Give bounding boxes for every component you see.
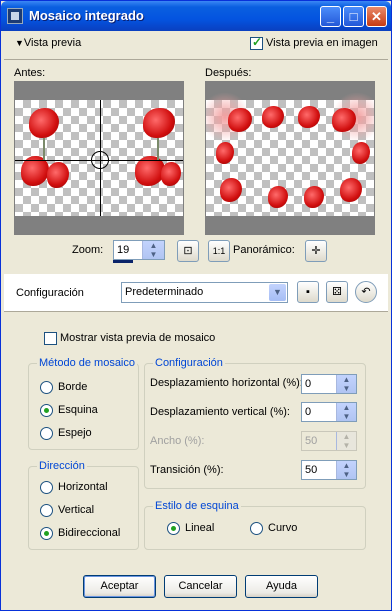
panoramic-label: Panorámico:: [233, 244, 295, 256]
mosaic-preview-label: Mostrar vista previa de mosaico: [60, 332, 216, 344]
randomize-icon[interactable]: ⚄: [326, 281, 348, 303]
chevron-down-icon[interactable]: ▼: [269, 284, 286, 301]
transition-label: Transición (%):: [150, 464, 224, 476]
dialog-body: ▼Vista previa Vista previa en imagen Ant…: [4, 31, 388, 609]
h-offset-spinner[interactable]: 0 ▲ ▼: [301, 374, 357, 394]
crosshair-icon[interactable]: [91, 151, 109, 169]
zoom-actual-size-icon[interactable]: 1:1: [208, 240, 230, 262]
direction-group-title: Dirección: [37, 460, 87, 472]
dialog-window: Mosaico integrado _ □ ✕ ▼Vista previa Vi…: [0, 0, 392, 611]
zoom-fit-icon[interactable]: ⊡: [177, 240, 199, 262]
preset-dropdown[interactable]: Predeterminado ▼: [121, 282, 288, 303]
corner-curved-radio[interactable]: [250, 522, 263, 535]
method-border-label: Borde: [58, 381, 88, 393]
width-spinner: 50 ▲ ▼: [301, 431, 357, 451]
help-button[interactable]: Ayuda: [245, 575, 318, 598]
preview-toggle-label: Vista previa: [23, 37, 82, 49]
method-corner-radio[interactable]: [40, 404, 53, 417]
window-title: Mosaico integrado: [29, 8, 144, 23]
config-group: Configuración Desplazamiento horizontal …: [144, 357, 366, 489]
mosaic-preview-checkbox[interactable]: [44, 332, 57, 345]
corner-linear-label: Lineal: [185, 522, 215, 534]
maximize-button[interactable]: □: [343, 6, 364, 27]
preview-in-image-label: Vista previa en imagen: [266, 37, 378, 49]
divider: [4, 59, 388, 60]
spin-arrows-icon: ▲ ▼: [336, 432, 356, 450]
method-mirror-label: Espejo: [58, 427, 92, 439]
zoom-value: 19: [117, 244, 130, 256]
preview-in-image-checkbox[interactable]: [250, 35, 263, 50]
direction-horizontal-radio[interactable]: [40, 481, 53, 494]
spin-arrows-icon[interactable]: ▲ ▼: [142, 241, 164, 259]
save-preset-icon[interactable]: ▪: [297, 281, 319, 303]
pan-icon[interactable]: ✛: [305, 240, 327, 262]
title-bar[interactable]: Mosaico integrado _ □ ✕: [1, 1, 391, 31]
spin-arrows-icon[interactable]: ▲ ▼: [336, 403, 356, 421]
before-label: Antes:: [14, 67, 46, 79]
v-offset-spinner[interactable]: 0 ▲ ▼: [301, 402, 357, 422]
method-border-radio[interactable]: [40, 381, 53, 394]
method-mirror-radio[interactable]: [40, 427, 53, 440]
ok-button[interactable]: Aceptar: [83, 575, 156, 598]
direction-vertical-radio[interactable]: [40, 504, 53, 517]
transition-value: 50: [305, 464, 318, 476]
before-preview[interactable]: [14, 81, 184, 235]
zoom-spinner[interactable]: 19 ▲ ▼: [113, 240, 165, 260]
direction-bidirectional-label: Bidireccional: [58, 527, 121, 539]
width-value: 50: [305, 435, 318, 447]
poppy-stem: [43, 138, 45, 160]
direction-bidirectional-radio[interactable]: [40, 527, 53, 540]
reset-icon[interactable]: ↶: [355, 281, 377, 303]
zoom-label: Zoom:: [72, 244, 104, 256]
spin-arrows-icon[interactable]: ▲ ▼: [336, 461, 356, 479]
zoom-slider[interactable]: [113, 260, 133, 263]
transition-spinner[interactable]: 50 ▲ ▼: [301, 460, 357, 480]
method-group: Método de mosaico Borde Esquina Espejo: [28, 357, 139, 450]
settings-label: Configuración: [16, 287, 84, 299]
method-group-title: Método de mosaico: [37, 357, 137, 369]
preset-value: Predeterminado: [125, 286, 204, 298]
corner-style-group: Estilo de esquina Lineal Curvo: [144, 500, 366, 550]
preview-toggle[interactable]: ▼Vista previa: [15, 37, 81, 49]
app-icon: [7, 8, 23, 24]
direction-group: Dirección Horizontal Vertical Bidireccio…: [28, 460, 139, 550]
minimize-button[interactable]: _: [320, 6, 341, 27]
direction-vertical-label: Vertical: [58, 504, 95, 516]
h-offset-value: 0: [305, 378, 312, 390]
config-group-title: Configuración: [153, 357, 225, 369]
after-label: Después:: [205, 67, 252, 79]
h-offset-label: Desplazamiento horizontal (%):: [150, 377, 303, 389]
corner-curved-label: Curvo: [268, 522, 298, 534]
poppy-stem: [157, 138, 159, 160]
divider: [4, 311, 388, 312]
after-preview: [205, 81, 375, 235]
method-corner-label: Esquina: [58, 404, 98, 416]
direction-horizontal-label: Horizontal: [58, 481, 108, 493]
corner-linear-radio[interactable]: [167, 522, 180, 535]
close-button[interactable]: ✕: [366, 6, 387, 27]
spin-arrows-icon[interactable]: ▲ ▼: [336, 375, 356, 393]
corner-style-group-title: Estilo de esquina: [153, 500, 241, 512]
cancel-button[interactable]: Cancelar: [164, 575, 237, 598]
v-offset-label: Desplazamiento vertical (%):: [150, 406, 290, 418]
triangle-down-icon: ▼: [15, 38, 24, 48]
width-label: Ancho (%):: [150, 435, 205, 447]
v-offset-value: 0: [305, 406, 312, 418]
